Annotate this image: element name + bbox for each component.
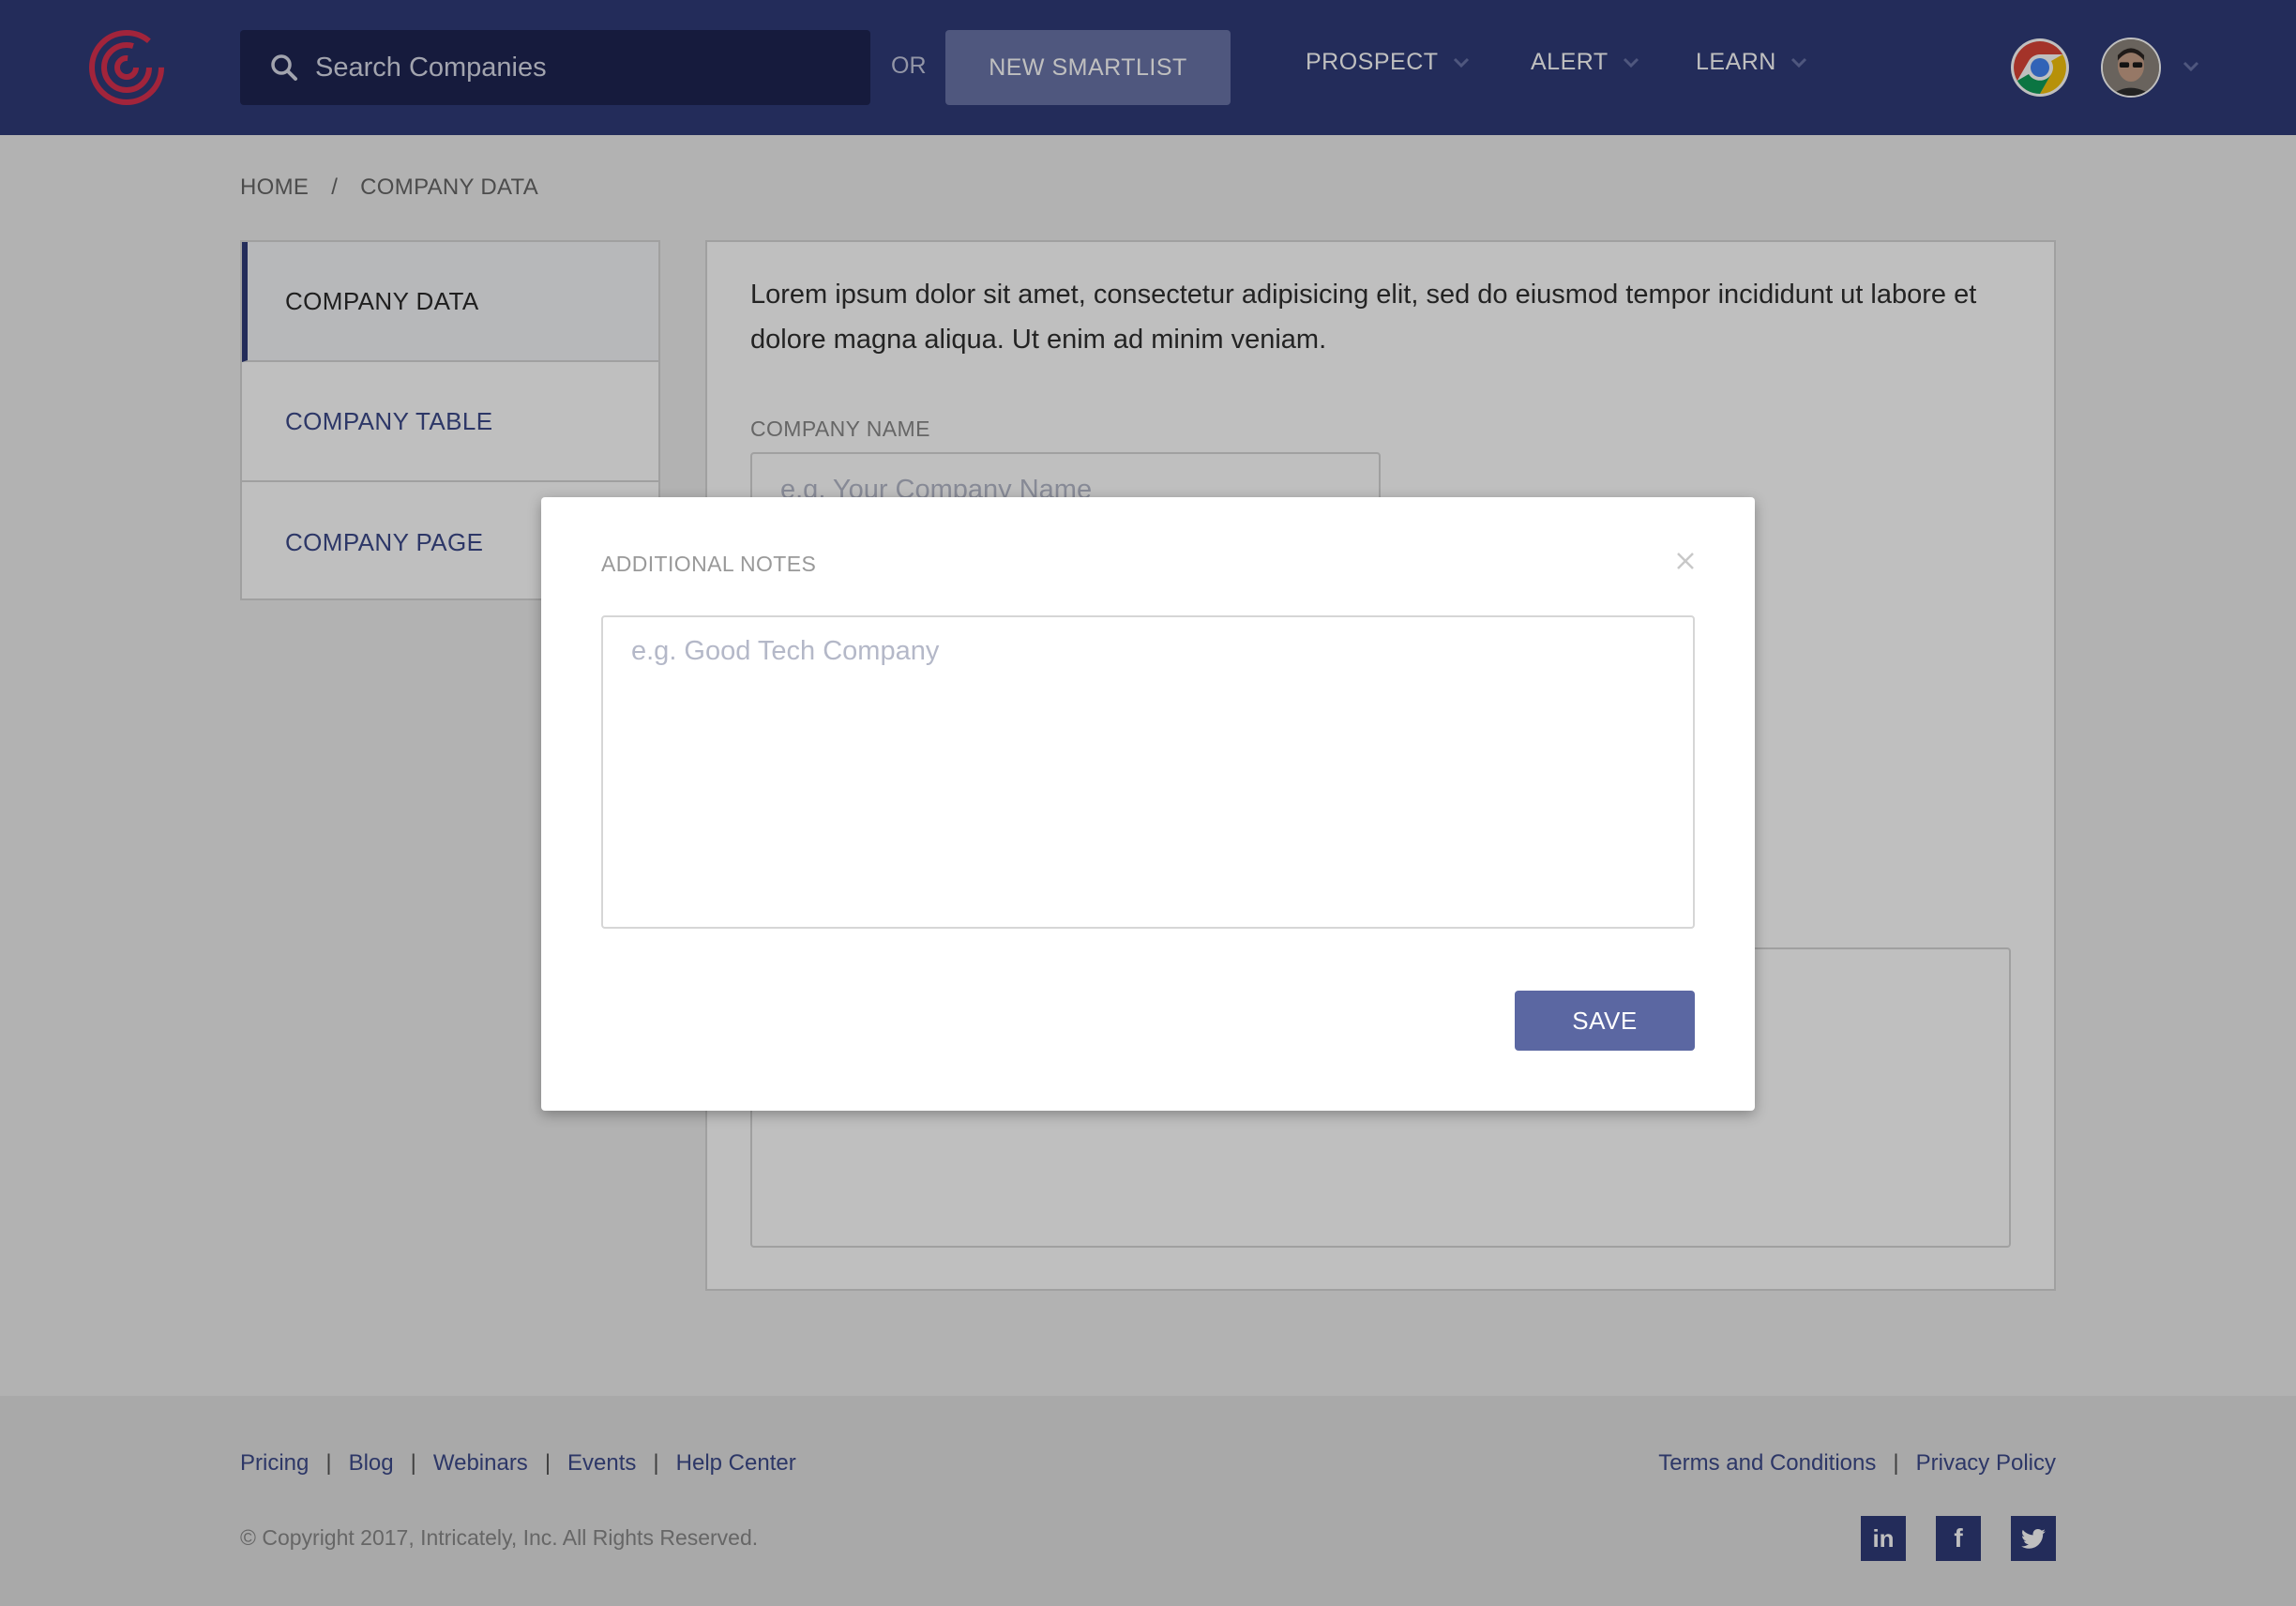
close-icon[interactable] [1674, 550, 1697, 572]
notes-textarea[interactable] [601, 615, 1695, 929]
additional-notes-modal: ADDITIONAL NOTES SAVE [541, 497, 1755, 1111]
modal-title: ADDITIONAL NOTES [601, 552, 817, 576]
save-button[interactable]: SAVE [1515, 991, 1695, 1051]
